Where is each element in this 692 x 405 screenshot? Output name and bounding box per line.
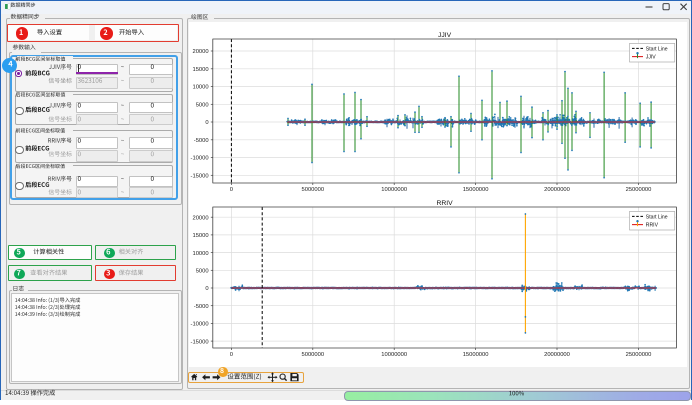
svg-text:5000000: 5000000 xyxy=(302,187,325,193)
svg-text:15000: 15000 xyxy=(192,67,208,73)
svg-text:20000: 20000 xyxy=(192,49,208,55)
svg-text:5000: 5000 xyxy=(196,269,209,275)
svg-text:0: 0 xyxy=(230,187,233,193)
svg-text:RRIV: RRIV xyxy=(436,200,453,207)
svg-text:5000000: 5000000 xyxy=(302,352,325,358)
svg-text:20000000: 20000000 xyxy=(544,352,570,358)
svg-text:-5000: -5000 xyxy=(194,138,209,144)
svg-text:15000000: 15000000 xyxy=(463,187,489,193)
svg-text:15000: 15000 xyxy=(192,233,208,239)
svg-text:JJIV: JJIV xyxy=(438,32,452,39)
svg-text:25000000: 25000000 xyxy=(626,187,652,193)
svg-text:5000: 5000 xyxy=(196,103,209,109)
svg-text:-10000: -10000 xyxy=(191,156,209,162)
svg-text:20000: 20000 xyxy=(192,215,208,221)
svg-text:20000000: 20000000 xyxy=(544,187,570,193)
svg-text:10000000: 10000000 xyxy=(381,352,407,358)
svg-text:-15000: -15000 xyxy=(191,174,209,180)
svg-text:RRIV: RRIV xyxy=(646,223,659,229)
svg-text:10000000: 10000000 xyxy=(381,187,407,193)
svg-text:0: 0 xyxy=(205,286,208,292)
svg-text:-10000: -10000 xyxy=(191,322,209,328)
svg-text:10000: 10000 xyxy=(192,85,208,91)
svg-text:25000000: 25000000 xyxy=(626,352,652,358)
svg-text:15000000: 15000000 xyxy=(463,352,489,358)
svg-text:Start Line: Start Line xyxy=(646,46,668,52)
svg-text:0: 0 xyxy=(205,120,208,126)
svg-text:JJIV: JJIV xyxy=(646,55,657,61)
svg-text:-15000: -15000 xyxy=(191,339,209,345)
svg-text:Start Line: Start Line xyxy=(646,214,668,220)
svg-text:-5000: -5000 xyxy=(194,304,209,310)
svg-text:10000: 10000 xyxy=(192,251,208,257)
svg-text:0: 0 xyxy=(230,352,233,358)
